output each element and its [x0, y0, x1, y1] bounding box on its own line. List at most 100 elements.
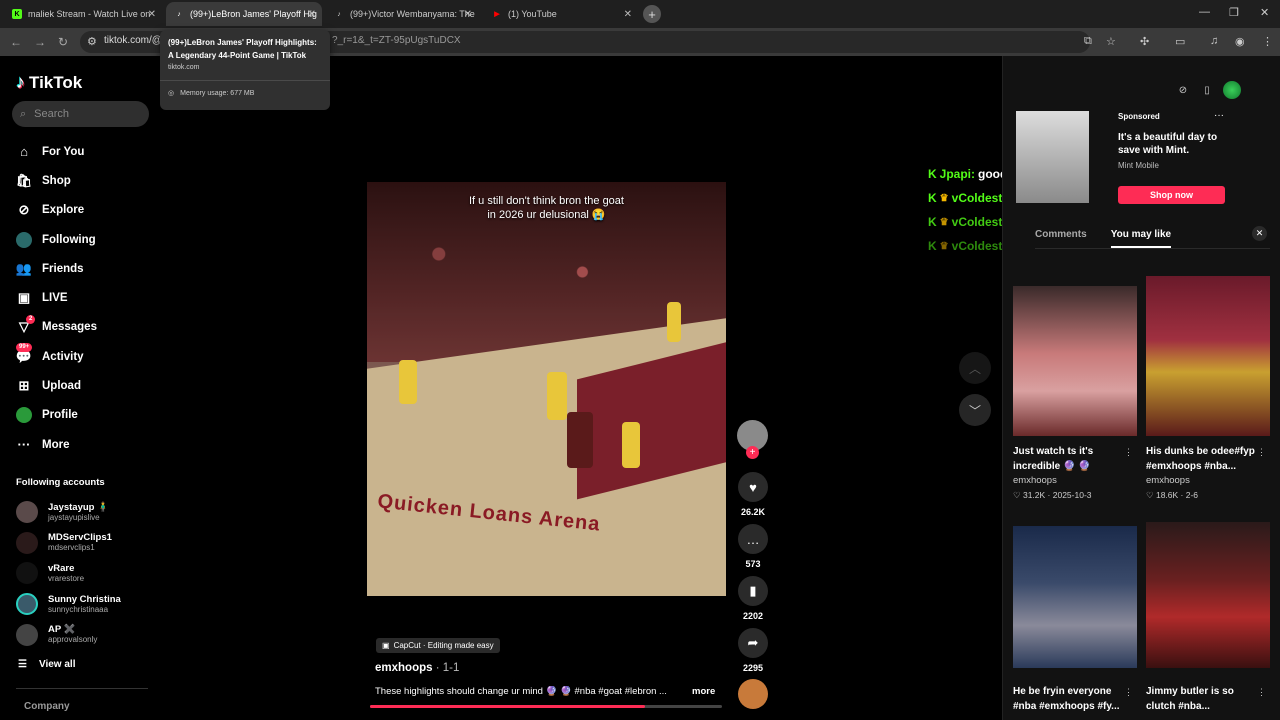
search-input[interactable]: ⌕ Search [12, 101, 149, 127]
recommended-video[interactable]: His dunks be odee#fyp #emxhoops #nba... … [1146, 276, 1270, 501]
more-options-icon[interactable]: ⋮ [1124, 687, 1133, 698]
account-name: Jaystayup 🧍‍♂️ [48, 501, 109, 513]
sidebar-item-messages[interactable]: ▽ 2 Messages [16, 313, 97, 342]
more-options-icon[interactable]: ⋮ [1124, 447, 1133, 458]
next-video-button[interactable]: ﹀ [959, 394, 991, 426]
maximize-icon[interactable]: ❐ [1229, 6, 1239, 19]
comment-count: 573 [745, 559, 761, 569]
more-button[interactable]: more [692, 686, 715, 697]
menu-kebab-icon[interactable]: ⋮ [1262, 35, 1273, 48]
mobile-icon[interactable]: ▯ [1199, 82, 1215, 98]
extensions-icon[interactable]: ✣ [1140, 35, 1149, 48]
following-account[interactable]: AP ✖️ approvalsonly [16, 619, 121, 650]
avatar [16, 593, 38, 616]
close-icon[interactable]: ✕ [308, 9, 316, 20]
recommended-video[interactable]: Just watch ts it's incredible 🔮 🔮 #nba..… [1013, 286, 1137, 501]
media-control-icon[interactable]: ♫ [1210, 35, 1218, 47]
forward-icon[interactable]: → [34, 35, 46, 49]
minimize-icon[interactable]: — [1199, 6, 1210, 18]
recommended-video[interactable]: Jimmy butler is so clutch #nba... ⋮ [1146, 522, 1270, 714]
save-action[interactable]: ▮ 2202 [737, 576, 769, 621]
kick-badge-icon: K [928, 191, 937, 205]
like-action[interactable]: ♥ 26.2K [737, 472, 769, 517]
recommended-thumbnail[interactable] [1146, 522, 1270, 668]
tiktok-favicon-icon: ♪ [177, 10, 181, 18]
company-link[interactable]: Company [24, 701, 70, 712]
list-icon: ☰ [18, 659, 27, 670]
recommended-thumbnail[interactable] [1013, 526, 1137, 668]
view-all-button[interactable]: ☰ View all [18, 659, 75, 670]
recommended-author: emxhoops [1146, 475, 1190, 486]
tiktok-logo[interactable]: ♪ TikTok [16, 72, 82, 93]
compass-icon[interactable]: ⊘ [1175, 82, 1191, 98]
bookmark-star-icon[interactable]: ☆ [1106, 35, 1116, 48]
post-date: · 1-1 [435, 662, 460, 674]
previous-video-button[interactable]: ︿ [959, 352, 991, 384]
sidebar-item-profile[interactable]: Profile [16, 401, 97, 430]
comment-icon[interactable]: … [738, 524, 768, 554]
more-options-icon[interactable]: ⋮ [1257, 687, 1266, 698]
ad-thumbnail[interactable] [1016, 111, 1089, 203]
crown-icon: ♛ [939, 216, 949, 228]
sidebar-item-more[interactable]: ··· More [16, 430, 97, 459]
recommended-thumbnail[interactable] [1013, 286, 1137, 436]
capcut-tag[interactable]: ▣ CapCut · Editing made easy [376, 638, 500, 653]
url-query-text[interactable]: ?_r=1&_t=ZT-95pUgsTuDCX [332, 35, 461, 46]
video-progress-bar[interactable] [370, 705, 722, 708]
window-close-icon[interactable]: ✕ [1260, 6, 1269, 19]
share-action[interactable]: ➦ 2295 [737, 628, 769, 673]
browser-tab[interactable]: K maliek Stream - Watch Live on ✕ [4, 2, 162, 26]
heart-icon[interactable]: ♥ [738, 472, 768, 502]
sidebar-item-label: Shop [42, 174, 71, 187]
more-options-icon[interactable]: ⋮ [1257, 447, 1266, 458]
reload-icon[interactable]: ↻ [58, 35, 68, 49]
author-name[interactable]: emxhoops [375, 662, 433, 674]
following-account[interactable]: Jaystayup 🧍‍♂️ jaystayupislive [16, 497, 121, 528]
sidebar-item-shop[interactable]: 🛍 Shop [16, 166, 97, 195]
sidebar-icon[interactable]: ▭ [1175, 35, 1185, 48]
video-author[interactable]: emxhoops · 1-1 [375, 662, 459, 674]
browser-tab[interactable]: ▶ (1) YouTube ✕ [484, 2, 638, 26]
close-icon[interactable]: ✕ [464, 9, 472, 20]
close-icon[interactable]: ✕ [624, 9, 632, 20]
back-icon[interactable]: ← [10, 35, 22, 49]
sidebar-item-friends[interactable]: 👥 Friends [16, 254, 97, 283]
ad-headline: It's a beautiful day to save with Mint. [1118, 132, 1218, 156]
following-account[interactable]: MDServClips1 mdservclips1 [16, 528, 121, 559]
tab-you-may-like[interactable]: You may like [1110, 229, 1172, 248]
install-app-icon[interactable]: ⧉ [1084, 35, 1092, 48]
sidebar-item-activity[interactable]: 💬 99+ Activity [16, 342, 97, 371]
browser-tab-active[interactable]: ♪ (99+)LeBron James' Playoff Hig ✕ [166, 2, 322, 26]
recommended-video[interactable]: He be fryin everyone #nba #emxhoops #fy.… [1013, 526, 1137, 714]
ad-options-icon[interactable]: ··· [1214, 110, 1224, 121]
following-account[interactable]: vRare vrarestore [16, 558, 121, 589]
more-icon: ··· [17, 437, 31, 453]
profile-avatar[interactable] [1223, 81, 1241, 99]
close-icon[interactable]: ✕ [148, 9, 156, 20]
close-panel-button[interactable]: ✕ [1252, 226, 1267, 241]
sidebar-item-for-you[interactable]: ⌂ For You [16, 137, 97, 166]
friends-icon: 👥 [15, 260, 33, 276]
shop-now-button[interactable]: Shop now [1118, 186, 1225, 204]
following-icon [16, 231, 32, 248]
sidebar-item-live[interactable]: ▣ LIVE [16, 283, 97, 312]
following-account[interactable]: Sunny Christina sunnychristinaaa [16, 589, 121, 620]
account-icon[interactable]: ◉ [1235, 35, 1245, 48]
sidebar-item-label: Messages [42, 321, 97, 334]
share-icon[interactable]: ➦ [738, 628, 768, 658]
sidebar-item-explore[interactable]: ⊘ Explore [16, 196, 97, 225]
recommended-author: emxhoops [1013, 475, 1057, 486]
recommended-thumbnail[interactable] [1146, 276, 1270, 436]
bookmark-icon[interactable]: ▮ [738, 576, 768, 606]
follow-plus-icon[interactable]: + [746, 446, 759, 459]
new-tab-button[interactable]: + [643, 5, 661, 23]
sidebar-item-following[interactable]: Following [16, 225, 97, 254]
browser-tab[interactable]: ♪ (99+)Victor Wembanyama: The ✕ [326, 2, 478, 26]
site-info-icon[interactable]: ⚙ [87, 35, 97, 48]
url-text[interactable]: tiktok.com/@ [104, 35, 162, 46]
music-disc-avatar[interactable] [738, 679, 768, 709]
video-player[interactable]: Quicken Loans Arena If u still don't thi… [367, 182, 726, 596]
comment-action[interactable]: … 573 [737, 524, 769, 569]
tab-comments[interactable]: Comments [1035, 229, 1087, 248]
sidebar-item-upload[interactable]: ⊞ Upload [16, 371, 97, 400]
